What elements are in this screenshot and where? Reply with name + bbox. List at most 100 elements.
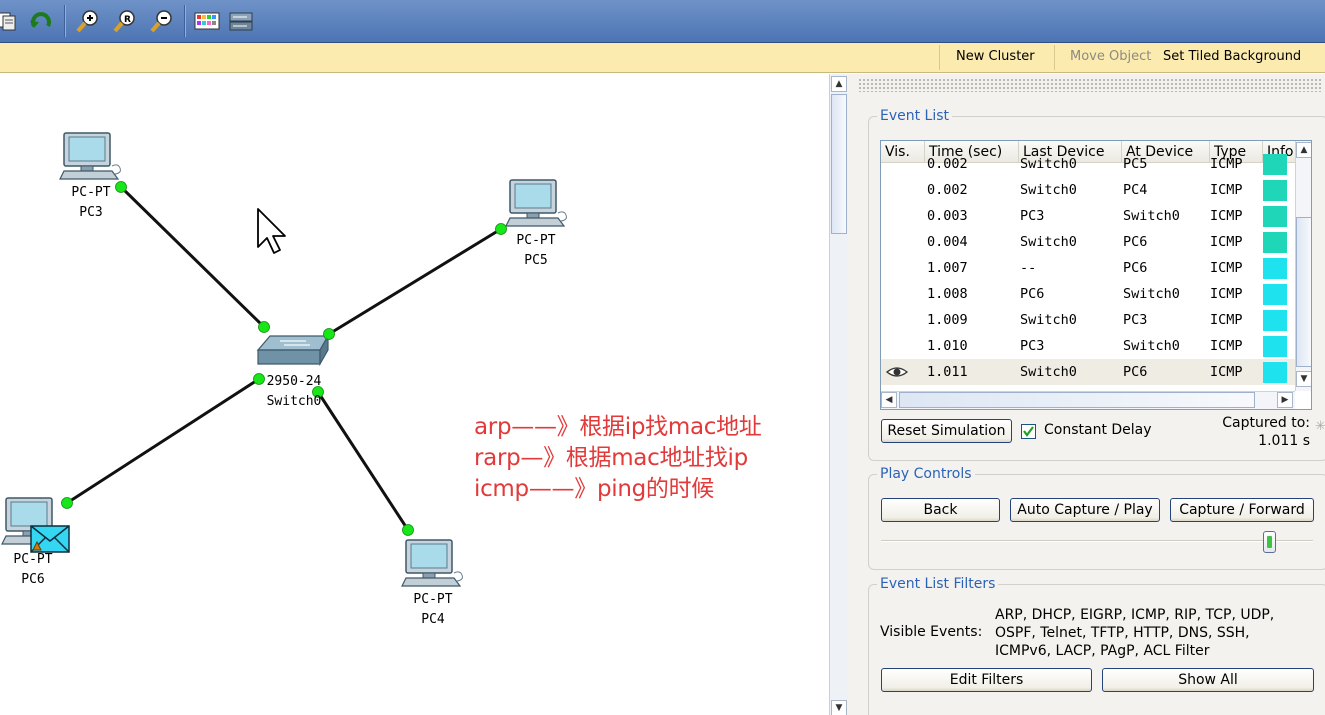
move-object-button[interactable]: Move Object xyxy=(1070,43,1151,73)
table-scroll-up-icon[interactable]: ▲ xyxy=(1296,142,1311,158)
table-hscroll-thumb[interactable] xyxy=(899,392,1255,408)
table-vertical-scrollbar[interactable]: ▲ ▼ xyxy=(1295,141,1311,391)
zoom-in-icon[interactable] xyxy=(73,6,103,36)
show-all-button[interactable]: Show All xyxy=(1102,668,1314,692)
event-list-table[interactable]: Vis. Time (sec) Last Device At Device Ty… xyxy=(880,140,1312,410)
type-cell: ICMP xyxy=(1210,260,1243,276)
scroll-down-arrow-icon[interactable]: ▼ xyxy=(831,700,847,715)
table-scroll-thumb[interactable] xyxy=(1296,217,1311,367)
scroll-thumb[interactable] xyxy=(831,94,847,234)
info-color-swatch[interactable] xyxy=(1263,180,1287,201)
scroll-up-arrow-icon[interactable]: ▲ xyxy=(831,76,847,92)
at-device-cell: Switch0 xyxy=(1123,286,1180,302)
at-device-cell: PC3 xyxy=(1123,312,1148,328)
note-line-icmp: icmp——》ping的时候 xyxy=(474,476,715,502)
note-line-arp: arp——》根据ip找mac地址 xyxy=(474,414,762,440)
pc6-label: PC-PT PC6 xyxy=(13,552,53,587)
at-device-cell: PC6 xyxy=(1123,234,1148,250)
switch0-label: 2950-24 Switch0 xyxy=(266,374,322,409)
workspace-vertical-scrollbar[interactable]: ▲ ▼ xyxy=(829,74,848,715)
table-row[interactable]: 1.009 Switch0 PC3 ICMP xyxy=(881,307,1295,333)
time-cell: 0.004 xyxy=(927,234,968,250)
at-device-cell: PC6 xyxy=(1123,260,1148,276)
type-cell: ICMP xyxy=(1210,364,1243,380)
info-color-swatch[interactable] xyxy=(1263,336,1287,357)
table-row[interactable]: 0.002 Switch0 PC5 ICMP xyxy=(881,151,1295,177)
edit-filters-button[interactable]: Edit Filters xyxy=(881,668,1092,692)
pdu-envelope-icon[interactable] xyxy=(30,525,70,553)
undo-icon[interactable] xyxy=(26,6,56,36)
table-horizontal-scrollbar[interactable]: ◀ ▶ xyxy=(881,391,1295,409)
palette-icon[interactable] xyxy=(192,6,222,36)
table-row[interactable]: 0.002 Switch0 PC4 ICMP xyxy=(881,177,1295,203)
auto-capture-play-button[interactable]: Auto Capture / Play xyxy=(1010,498,1160,522)
type-cell: ICMP xyxy=(1210,286,1243,302)
time-cell: 1.011 xyxy=(927,364,968,380)
info-color-swatch[interactable] xyxy=(1263,284,1287,305)
pc3-label: PC-PT PC3 xyxy=(71,185,111,220)
new-cluster-button[interactable]: New Cluster xyxy=(956,43,1035,73)
event-list-filters-title: Event List Filters xyxy=(877,576,999,592)
speed-slider-track[interactable] xyxy=(881,540,1313,542)
panel-grip[interactable] xyxy=(858,78,1322,92)
time-cell: 0.002 xyxy=(927,156,968,172)
info-color-swatch[interactable] xyxy=(1263,362,1287,383)
main-toolbar: R xyxy=(0,0,1325,43)
last-device-cell: Switch0 xyxy=(1020,182,1077,198)
zoom-reset-icon[interactable]: R xyxy=(110,6,140,36)
last-device-cell: Switch0 xyxy=(1020,156,1077,172)
last-device-cell: Switch0 xyxy=(1020,312,1077,328)
pc4-label: PC-PT PC4 xyxy=(413,592,453,627)
reset-simulation-button[interactable]: Reset Simulation xyxy=(881,419,1012,443)
type-cell: ICMP xyxy=(1210,338,1243,354)
play-controls-group: Play Controls xyxy=(868,466,1325,570)
captured-to-value: 1.011 s xyxy=(1258,433,1310,449)
constant-delay-checkbox[interactable] xyxy=(1021,424,1036,439)
info-color-swatch[interactable] xyxy=(1263,154,1287,175)
device-dialog-icon[interactable] xyxy=(226,6,256,36)
table-row[interactable]: 1.007 -- PC6 ICMP xyxy=(881,255,1295,281)
checkmark-icon xyxy=(1023,426,1034,437)
table-scroll-right-icon[interactable]: ▶ xyxy=(1277,392,1293,408)
speed-slider-thumb[interactable] xyxy=(1262,531,1276,553)
pc5-label: PC-PT PC5 xyxy=(516,233,556,268)
type-cell: ICMP xyxy=(1210,182,1243,198)
last-device-cell: PC6 xyxy=(1020,286,1045,302)
last-device-cell: PC3 xyxy=(1020,338,1045,354)
link-pc6-switch0 xyxy=(65,377,261,505)
back-button[interactable]: Back xyxy=(881,498,1000,522)
pc5-icon[interactable] xyxy=(505,179,568,227)
type-cell: ICMP xyxy=(1210,312,1243,328)
logical-workspace-bar: New Cluster Move Object Set Tiled Backgr… xyxy=(0,43,1325,73)
pc4-icon[interactable] xyxy=(401,539,464,587)
info-color-swatch[interactable] xyxy=(1263,232,1287,253)
table-row[interactable]: 1.008 PC6 Switch0 ICMP xyxy=(881,281,1295,307)
copy-icon[interactable] xyxy=(0,6,22,36)
set-tiled-background-button[interactable]: Set Tiled Background xyxy=(1163,43,1301,73)
table-row[interactable]: 1.010 PC3 Switch0 ICMP xyxy=(881,333,1295,359)
captured-to-label: Captured to: xyxy=(1222,415,1310,431)
link-pc3-switch0 xyxy=(119,185,266,329)
visible-eye-icon[interactable] xyxy=(885,364,911,380)
switch0-icon[interactable] xyxy=(256,333,330,367)
zoom-out-icon[interactable] xyxy=(147,6,177,36)
table-row[interactable]: 0.004 Switch0 PC6 ICMP xyxy=(881,229,1295,255)
time-cell: 1.008 xyxy=(927,286,968,302)
type-cell: ICMP xyxy=(1210,234,1243,250)
last-device-cell: Switch0 xyxy=(1020,234,1077,250)
table-scroll-left-icon[interactable]: ◀ xyxy=(881,392,897,408)
table-row[interactable]: 1.011 Switch0 PC6 ICMP xyxy=(881,359,1295,385)
capture-forward-button[interactable]: Capture / Forward xyxy=(1170,498,1314,522)
table-scroll-down-icon[interactable]: ▼ xyxy=(1296,371,1311,387)
at-device-cell: Switch0 xyxy=(1123,338,1180,354)
logical-workspace[interactable]: PC-PT PC3 PC-PT PC5 2950-24 Switch0 PC-PT PC… xyxy=(0,74,829,715)
info-color-swatch[interactable] xyxy=(1263,310,1287,331)
annotation-notes: arp——》根据ip找mac地址 rarp—》根据mac地址找ip icmp——… xyxy=(474,412,762,505)
pc3-icon[interactable] xyxy=(59,132,122,180)
at-device-cell: PC4 xyxy=(1123,182,1148,198)
time-cell: 0.003 xyxy=(927,208,968,224)
info-color-swatch[interactable] xyxy=(1263,206,1287,227)
info-color-swatch[interactable] xyxy=(1263,258,1287,279)
mouse-cursor-icon xyxy=(257,208,286,254)
table-row[interactable]: 0.003 PC3 Switch0 ICMP xyxy=(881,203,1295,229)
